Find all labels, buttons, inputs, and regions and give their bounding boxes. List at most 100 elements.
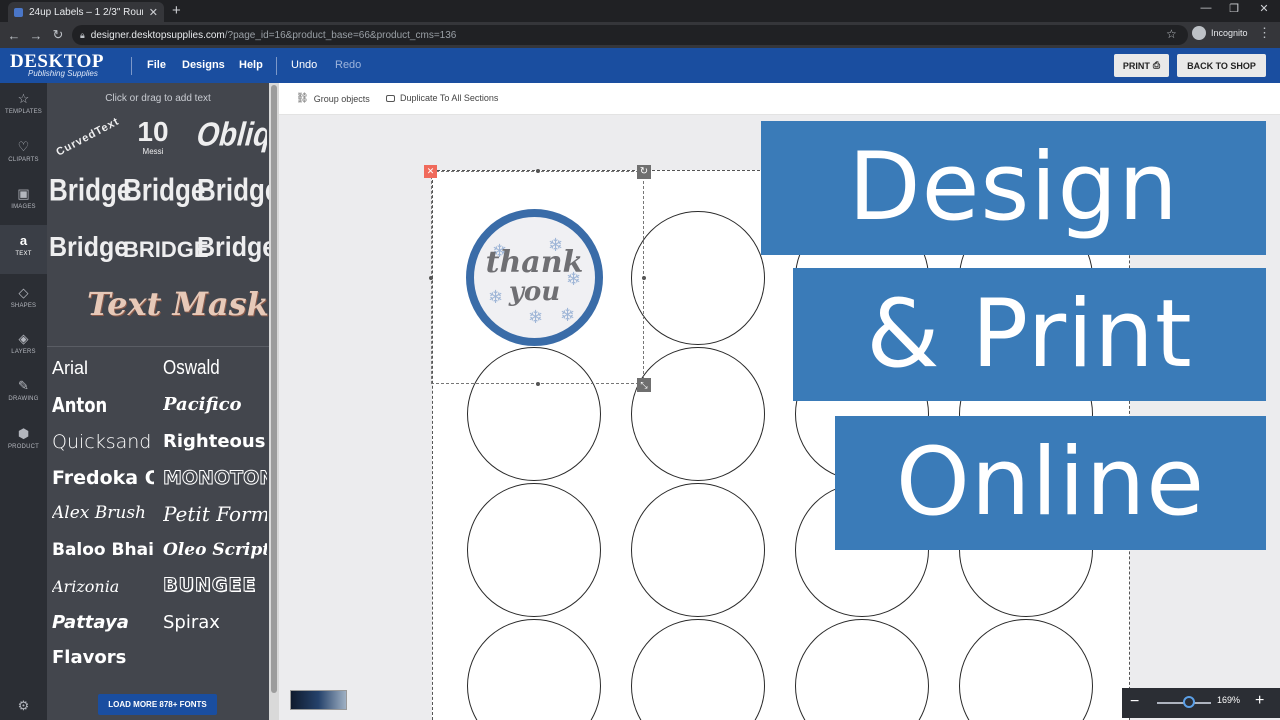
image-icon: ▣ <box>17 186 30 201</box>
forward-arrow-icon[interactable]: → <box>25 28 47 43</box>
messi-number: 10 <box>137 116 169 147</box>
style-text-mask[interactable]: Text Mask <box>87 285 269 323</box>
menu-designs[interactable]: Designs <box>182 59 225 71</box>
style-oblique[interactable]: Obliqu <box>197 119 267 159</box>
font-oswald[interactable]: Oswald <box>163 357 251 380</box>
style-bridge-1[interactable]: Bridge <box>49 172 131 209</box>
rail-label: PRODUCT <box>7 444 40 450</box>
style-curved-text[interactable]: CurvedText <box>51 115 121 163</box>
desktop-logo[interactable]: DESKTOP Publishing Supplies <box>10 51 126 79</box>
rail-label: IMAGES <box>11 204 36 210</box>
style-messi[interactable]: 10 Messi <box>137 117 169 163</box>
rail-item-layers[interactable]: ◈ LAYERS <box>0 323 47 369</box>
duplicate-icon <box>386 94 395 102</box>
window-close-icon[interactable]: ✕ <box>1250 2 1278 15</box>
rail-item-drawing[interactable]: ✎ DRAWING <box>0 370 47 416</box>
menu-help[interactable]: Help <box>239 59 263 71</box>
link-icon: ⛓ <box>296 93 309 104</box>
heart-icon: ♡ <box>17 139 30 154</box>
font-quicksand[interactable]: Quicksand <box>52 431 157 453</box>
panel-scrollbar[interactable] <box>269 83 279 720</box>
font-petit-formal[interactable]: Petit Formal <box>163 502 267 526</box>
font-oleo-script[interactable]: Oleo Script S <box>163 540 267 560</box>
scrollbar-thumb[interactable] <box>271 85 277 693</box>
duplicate-label: Duplicate To All Sections <box>400 93 499 103</box>
font-arizonia[interactable]: Arizonia <box>52 577 157 596</box>
style-bridge-5[interactable]: BRIDGE <box>123 237 209 263</box>
resize-handle-icon[interactable]: ⤡ <box>637 378 651 392</box>
rail-label: TEXT <box>15 251 32 257</box>
printer-icon: ⎙ <box>1152 60 1161 70</box>
tab-close-icon[interactable]: ✕ <box>149 6 158 19</box>
selection-handle[interactable] <box>536 382 540 386</box>
url-field[interactable]: 🔒︎ designer.desktopsupplies.com /?page_i… <box>72 25 1188 45</box>
background-color-swatch[interactable] <box>290 690 347 710</box>
settings-gear-button[interactable]: ⚙ <box>0 695 47 717</box>
rail-item-cliparts[interactable]: ♡ CLIPARTS <box>0 131 47 177</box>
header-divider <box>276 57 277 75</box>
rail-item-product[interactable]: ⬢ PRODUCT <box>0 418 47 464</box>
delete-handle-icon[interactable]: ✕ <box>424 165 437 178</box>
canvas-toolbar: ⛓ Group objects Duplicate To All Section… <box>279 83 1280 115</box>
rail-item-images[interactable]: ▣ IMAGES <box>0 178 47 224</box>
print-button[interactable]: PRINT ⎙ <box>1114 54 1169 77</box>
font-baloo-bhai[interactable]: Baloo Bhai <box>52 540 154 560</box>
snowflake-icon: ❄ <box>560 305 576 325</box>
undo-button[interactable]: Undo <box>291 59 317 71</box>
selection-handle[interactable] <box>429 276 433 280</box>
style-bridge-2[interactable]: Bridge <box>123 172 205 209</box>
group-objects-label: Group objects <box>313 93 370 104</box>
label-circle[interactable] <box>631 483 765 617</box>
font-fredoka-one[interactable]: Fredoka One <box>52 467 154 489</box>
curved-text-label: CurvedText <box>54 115 122 159</box>
font-anton[interactable]: Anton <box>52 393 134 417</box>
font-pacifico[interactable]: Pacifico <box>163 394 267 415</box>
site-favicon-icon <box>14 7 23 17</box>
thank-you-design[interactable]: ❄ ❄ ❄ ❄ ❄ ❄ thank you <box>466 209 603 346</box>
group-objects-button[interactable]: ⛓ Group objects <box>296 93 370 104</box>
font-righteous[interactable]: Righteous <box>163 431 267 452</box>
style-bridge-6[interactable]: Bridge <box>197 232 276 264</box>
selection-handle[interactable] <box>642 276 646 280</box>
back-arrow-icon[interactable]: ← <box>3 28 25 43</box>
font-monoton[interactable]: MONOTON <box>163 467 267 489</box>
browser-menu-icon[interactable]: ⋮ <box>1258 25 1271 41</box>
style-bridge-3[interactable]: Bridge <box>197 172 279 209</box>
label-circle[interactable] <box>631 347 765 481</box>
lock-icon: 🔒︎ <box>80 29 85 40</box>
new-tab-button[interactable]: + <box>172 3 181 19</box>
font-pattaya[interactable]: Pattaya <box>52 612 157 633</box>
back-to-shop-button[interactable]: BACK TO SHOP <box>1177 54 1266 77</box>
rail-item-text[interactable]: a TEXT <box>0 225 47 274</box>
zoom-value: 169% <box>1217 695 1241 705</box>
minimize-icon[interactable]: — <box>1192 2 1220 14</box>
zoom-in-button[interactable]: + <box>1255 692 1264 710</box>
star-icon: ☆ <box>17 91 30 106</box>
zoom-out-button[interactable]: − <box>1130 693 1139 711</box>
label-circle[interactable] <box>631 211 765 345</box>
font-flavors[interactable]: Flavors <box>52 647 157 668</box>
text-icon: a <box>19 233 28 248</box>
rail-item-shapes[interactable]: ◇ SHAPES <box>0 277 47 323</box>
duplicate-all-button[interactable]: Duplicate To All Sections <box>386 93 498 103</box>
label-circle[interactable] <box>467 483 601 617</box>
redo-button[interactable]: Redo <box>335 59 361 71</box>
font-bungee[interactable]: BUNGEE <box>163 574 267 596</box>
design-line-1: thank <box>485 245 584 280</box>
font-spirax[interactable]: Spirax <box>163 612 267 633</box>
bookmark-star-icon[interactable]: ☆ <box>1166 27 1177 41</box>
font-arial[interactable]: Arial <box>52 358 152 379</box>
rotate-handle-icon[interactable]: ↻ <box>637 165 651 179</box>
font-alex-brush[interactable]: Alex Brush <box>52 503 157 523</box>
reload-icon[interactable]: ↻ <box>47 27 69 43</box>
style-bridge-4[interactable]: Bridge <box>49 232 128 264</box>
rail-item-templates[interactable]: ☆ TEMPLATES <box>0 83 47 129</box>
selection-handle[interactable] <box>536 169 540 173</box>
zoom-slider-knob[interactable] <box>1183 696 1195 708</box>
maximize-icon[interactable]: ❐ <box>1220 2 1248 15</box>
incognito-indicator[interactable]: Incognito <box>1192 26 1248 40</box>
menu-file[interactable]: File <box>147 59 166 71</box>
logo-sub-text: Publishing Supplies <box>28 69 98 78</box>
browser-tab[interactable]: 24up Labels – 1 2/3" Round | De ✕ <box>8 2 164 22</box>
load-more-fonts-button[interactable]: LOAD MORE 878+ FONTS <box>98 694 217 715</box>
